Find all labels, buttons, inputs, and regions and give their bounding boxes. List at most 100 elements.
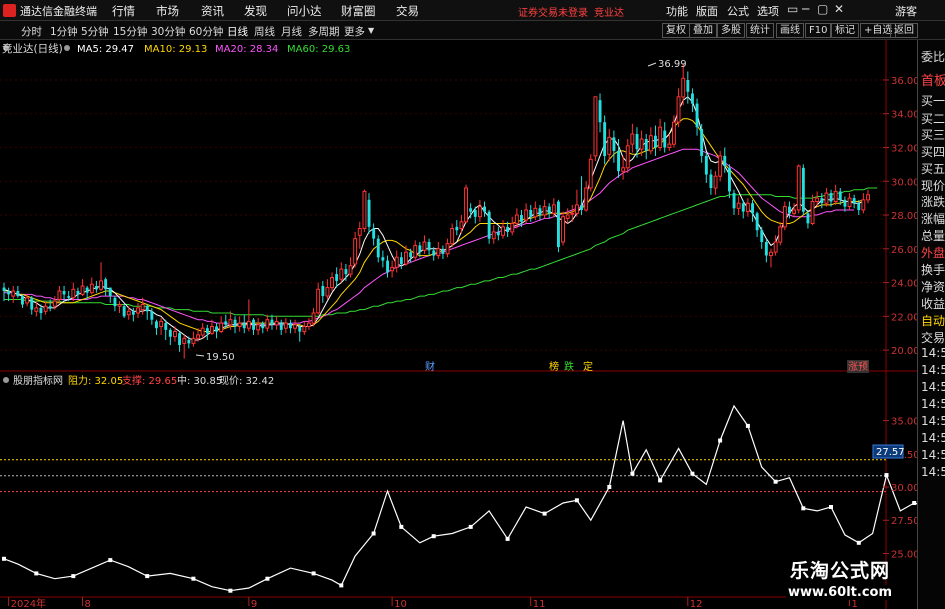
period-15min[interactable]: 15分钟 [113,24,147,39]
tool-biaoji[interactable]: 标记 [831,23,859,38]
indicator-point-20 [371,531,376,536]
minimize-icon[interactable]: ─ [802,2,809,16]
period-5min[interactable]: 5分钟 [81,24,109,39]
candle-body-166 [769,251,773,257]
menu-banmian[interactable]: 版面 [696,3,718,19]
ma-settings-icon[interactable] [64,45,70,51]
event-tag-cai[interactable]: 财 [425,360,435,373]
period-daily[interactable]: 日线 [227,24,248,39]
tool-huaxian[interactable]: 画线 [776,23,804,38]
candle-body-83 [386,260,389,273]
ma60-legend: MA60: 29.63 [287,44,350,55]
more-dropdown-icon[interactable]: ▼ [368,26,374,35]
candle-body-178 [824,192,829,204]
candle-body-148 [686,80,690,92]
tool-tongji[interactable]: 统计 [746,23,774,38]
candle-body-13 [62,291,66,295]
indicator-name[interactable]: 股朋指标网 [13,374,63,387]
candle-body-114 [529,210,533,217]
candle-body-100 [464,187,469,223]
candle-body-143 [663,130,667,148]
period-30min[interactable]: 30分钟 [151,24,185,39]
candle-body-157 [728,167,731,192]
period-fenshi[interactable]: 分时 [21,24,42,39]
menu-gongshi[interactable]: 公式 [727,3,749,19]
menu-xuanxiang[interactable]: 选项 [757,3,779,19]
x-tick-label-4: 11 [533,599,546,609]
candle-body-85 [394,256,399,268]
x-tick-label-3: 10 [394,599,407,609]
candle-body-139 [644,139,648,151]
close-icon[interactable]: ✕ [834,2,844,16]
guest-user[interactable]: 游客 [895,3,917,19]
period-multi[interactable]: 多周期 [308,24,340,39]
menu-faxian[interactable]: 发现 [244,3,267,19]
restore-layout-icon[interactable]: ▭ [787,2,798,16]
event-tag-die[interactable]: 跌 [564,360,574,373]
kline-chart[interactable]: 20.00 22.00 24.00 26.00 28.00 30.00 32.00 34.00… [0,40,917,609]
candle-body-105 [487,211,491,239]
candle-body-84 [390,266,395,272]
candle-body-9 [43,305,48,312]
candle-body-90 [418,245,422,253]
candle-body-121 [561,216,565,243]
candle-body-134 [621,167,626,172]
tool-diejia[interactable]: 叠加 [689,23,717,38]
menu-wenxiaoda[interactable]: 问小达 [287,3,322,19]
period-1min[interactable]: 1分钟 [50,24,78,39]
indicator-settings-icon[interactable] [3,377,9,383]
candle-body-137 [635,134,639,150]
event-tag-ding[interactable]: 定 [583,360,593,373]
menu-zixun[interactable]: 资讯 [201,3,224,19]
period-weekly[interactable]: 周线 [254,24,275,39]
candle-body-130 [603,122,607,156]
candle-body-182 [843,199,847,207]
side-panel-item-21: 14:56 [921,414,945,428]
candle-body-2 [11,290,16,297]
tool-fuquan[interactable]: 复权 [662,23,690,38]
indicator-point-18 [339,583,344,588]
candle-body-44 [205,328,209,334]
event-tag-bang[interactable]: 榜 [549,360,559,373]
main-y-tick-label-5: 30.00 [891,177,917,188]
menu-hangqing[interactable]: 行情 [112,3,135,19]
candle-body-34 [159,320,164,327]
candle-body-60 [279,323,283,330]
side-panel-item-2: 买一 [921,94,945,108]
period-more[interactable]: 更多 [344,24,365,39]
period-60min[interactable]: 60分钟 [189,24,223,39]
menu-jiaoyi[interactable]: 交易 [396,3,419,19]
candle-body-187 [866,194,870,201]
indicator-resistance: 阻力: 32.05 [68,374,123,387]
broker-login-status[interactable]: 证券交易未登录 [518,4,588,19]
indicator-point-42 [718,438,723,443]
menu-gongneng[interactable]: 功能 [666,3,688,19]
event-tag-zhangyu[interactable]: 涨预 [848,361,868,373]
candle-body-95 [441,248,445,254]
candle-body-51 [237,322,242,328]
candle-body-99 [459,221,464,230]
candle-body-141 [654,135,657,148]
candle-body-14 [67,296,71,298]
tool-back[interactable]: 返回 [890,23,918,38]
side-panel-item-17: 14:55 [921,346,945,360]
candle-body-142 [658,126,663,148]
candle-body-120 [557,201,560,248]
candle-body-59 [274,320,279,326]
current-stock-link[interactable]: 竞业达 [594,4,624,19]
main-y-tick-label-3: 26.00 [891,245,917,256]
candle-body-67 [311,312,316,324]
menu-shichang[interactable]: 市场 [156,3,179,19]
period-monthly[interactable]: 月线 [281,24,302,39]
candle-body-168 [778,226,783,243]
tool-f10[interactable]: F10 [805,23,832,38]
tool-duogu[interactable]: 多股 [717,23,745,38]
candle-body-72 [335,274,339,281]
candle-body-47 [219,322,224,333]
candle-body-160 [741,203,745,212]
candle-body-152 [704,155,708,175]
indicator-point-50 [829,505,833,509]
maximize-icon[interactable]: ▢ [817,2,828,16]
side-panel-item-19: 14:56 [921,380,945,394]
menu-caifuquan[interactable]: 财富圈 [341,3,376,19]
